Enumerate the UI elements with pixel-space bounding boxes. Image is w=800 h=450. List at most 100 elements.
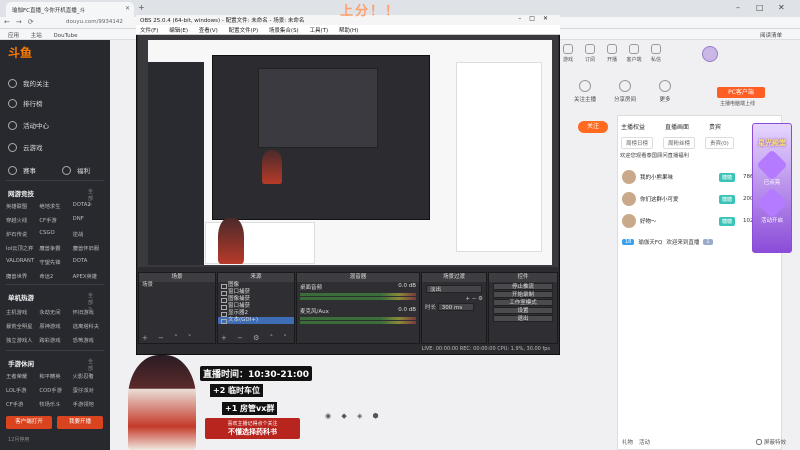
close-icon[interactable]: ✕ [125,5,130,12]
menu-item[interactable]: 帮助(H) [339,28,358,34]
exit-button[interactable]: 退出 [493,315,553,322]
pc-client-button[interactable]: PC客户端 [717,87,765,98]
studio-mode-button[interactable]: 工作室模式 [493,299,553,306]
menu-item[interactable]: 查看(V) [199,28,218,34]
action-more[interactable]: 更多 [645,80,685,103]
game-category[interactable]: 炉石传说 [6,230,39,238]
game-category[interactable]: 逆战 [73,230,106,238]
dock-toolbar[interactable]: + − ⚙ ˄ ˅ [221,334,291,342]
game-category[interactable]: LOL手游 [6,386,39,394]
sidebar-item-rank[interactable]: 排行榜 [8,98,43,108]
subtab-vip-count[interactable]: 贵宾(0) [705,137,734,149]
source-item[interactable]: 窗口捕获 [218,303,294,310]
new-tab-icon[interactable]: + [138,3,145,12]
sidebar-item-welfare[interactable]: 福利 [62,165,90,175]
game-category[interactable]: 王者荣耀 [6,372,39,380]
start-record-button[interactable]: 开始录制 [493,291,553,298]
game-category[interactable]: 恐怖游戏 [73,336,106,344]
window-close-icon[interactable]: ✕ [778,3,785,12]
source-item[interactable]: 图像捕获 [218,296,294,303]
game-category[interactable]: 魔兽争霸 [39,244,72,252]
game-category[interactable]: 魔兽世界 [6,272,39,280]
game-category[interactable]: 跨彩游戏 [39,336,72,344]
game-category[interactable]: APEX英雄 [73,272,106,280]
game-category[interactable]: 怀旧游戏 [73,308,106,316]
promo-card[interactable]: 星光殿堂 已点亮 活动开启 [752,123,792,253]
bookmark-item[interactable]: DouTube [54,33,78,39]
game-category[interactable]: 守望先锋 [39,258,72,266]
chat-user[interactable]: 瑜伽天FQ [638,238,662,246]
reading-list[interactable]: 阅读清单 [760,31,782,39]
tab-anchor-rights[interactable]: 主播权益 [621,122,645,131]
game-category[interactable]: 手游领地 [73,400,106,408]
source-item[interactable]: 文本(GDI+) [218,317,294,324]
game-category[interactable]: 英雄联盟 [6,202,39,210]
checkbox[interactable] [756,439,763,445]
scene-item[interactable]: 场景 [139,282,215,289]
subtab-day-week[interactable]: 周榜日榜 [621,137,654,149]
game-category[interactable]: COD手游 [39,386,72,394]
game-category[interactable]: VALORANT [6,258,39,266]
game-category[interactable]: 牧场乐斗 [39,400,72,408]
menu-item[interactable]: 文件(F) [140,28,158,34]
browser-tab[interactable]: 瑜伽FC直播_今你开机直播_斗 ✕ [6,2,134,17]
source-item[interactable]: 图像 [218,282,294,289]
game-category[interactable]: DOTA2 [73,202,106,210]
game-category[interactable]: 穿越火线 [6,216,39,224]
sidebar-item-events[interactable]: 活动中心 [8,120,49,130]
game-category[interactable]: 绝地求生 [39,202,72,210]
follow-button[interactable]: 关注 [578,121,608,133]
gift-tab[interactable]: 礼物 [622,438,633,446]
game-category[interactable]: 火影忍者 [73,372,106,380]
bookmark-item[interactable]: 应用 [8,33,19,39]
topnav-item[interactable]: 客户端 [626,44,642,63]
tab-vip[interactable]: 贵宾 [709,122,721,131]
topnav-item[interactable]: 订阅 [582,44,598,63]
avatar[interactable] [702,46,718,62]
topnav-item[interactable]: 私信 [648,44,664,63]
dock-toolbar[interactable]: + − ˄ ˅ [142,334,195,342]
sidebar-item-esports[interactable]: 赛事 [8,165,36,175]
menu-item[interactable]: 配置文件(P) [229,28,259,34]
game-category[interactable]: lol云顶之弈 [6,244,39,252]
game-category[interactable]: DOTA [73,258,106,266]
sidebar-item-cloudgame[interactable]: 云游戏 [8,142,43,152]
list-item[interactable]: 我的小熊果味 糖糖 7864 [622,168,757,186]
game-category[interactable]: CSGO [39,230,72,238]
activity-tab[interactable]: 活动 [639,438,650,446]
sidebar-item-follow[interactable]: 我的关注 [8,78,49,88]
transition-add-remove[interactable]: + − ⚙ [422,296,486,303]
game-category[interactable]: 主机游戏 [6,308,39,316]
game-category[interactable]: CF手游 [39,216,72,224]
block-effects-checkbox[interactable]: 屏蔽特效 [756,438,786,446]
source-item[interactable]: 显示器2 [218,310,294,317]
source-item[interactable]: 窗口捕获 [218,289,294,296]
nav-icons[interactable]: ←→⟳ [4,18,40,26]
subtab-fans[interactable]: 周粉丝榜 [663,137,696,149]
open-client-button[interactable]: 客户端打开 [6,416,52,429]
game-category[interactable]: 逃离塔科夫 [73,322,106,330]
action-share[interactable]: 分享房间 [605,80,645,103]
game-category[interactable]: 命运2 [39,272,72,280]
app-icons-row[interactable]: ◉ ◆ ◈ ⬢ [325,412,383,420]
minimize-icon[interactable]: – [736,3,740,12]
game-category[interactable]: 和平精英 [39,372,72,380]
start-stream-button[interactable]: 我要开播 [57,416,103,429]
game-category[interactable]: 独立游戏人 [6,336,39,344]
stop-stream-button[interactable]: 停止推流 [493,283,553,290]
tab-live-view[interactable]: 直播画面 [665,122,689,131]
topnav-item[interactable]: 游戏 [560,44,576,63]
duration-field[interactable]: 300 ms [437,303,474,311]
volume-slider[interactable] [300,297,416,300]
topnav-item[interactable]: 开播 [604,44,620,63]
menu-item[interactable]: 工具(T) [309,28,328,34]
game-category[interactable]: 原神游戏 [39,322,72,330]
list-item[interactable]: 好物～ 糖糖 1028 [622,212,757,230]
list-item[interactable]: 你们这群小可爱 糖糖 2002 [622,190,757,208]
maximize-icon[interactable]: □ [756,3,764,12]
volume-slider[interactable] [300,321,416,324]
game-category[interactable]: CF手游 [6,400,39,408]
game-category[interactable]: 永劫无间 [39,308,72,316]
site-logo[interactable]: 斗鱼 [8,44,68,70]
game-category[interactable]: 蛋仔派对 [73,386,106,394]
